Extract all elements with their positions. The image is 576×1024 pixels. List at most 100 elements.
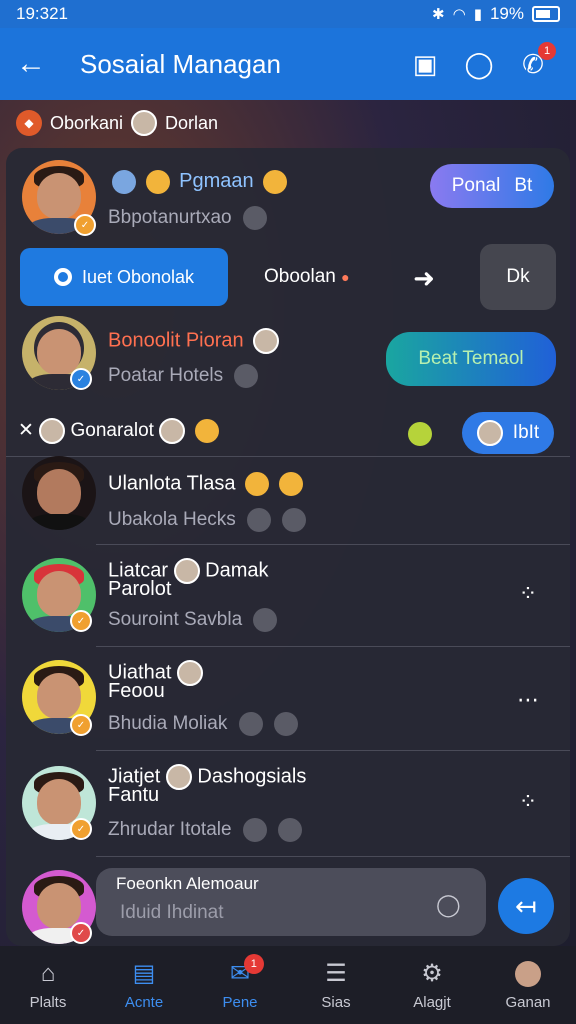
main-panel: ✓ Pgmaan Bbpotanurtxao Ponal Bt Iuet Obo… (6, 148, 570, 946)
contact-subtitle-text: Bhudia Moliak (108, 713, 228, 735)
contact-action-button[interactable]: Beat Temaol (386, 332, 556, 386)
person-icon (247, 508, 272, 532)
nav-item-stats[interactable]: ☰ Sias (288, 946, 384, 1024)
divider (96, 856, 570, 857)
profile-subtitle-text: Bbpotanurtxao (108, 207, 232, 229)
secondary-action-text: Oboolan (264, 266, 336, 287)
profile-name-text: Pgmaan (179, 170, 254, 193)
search-icon[interactable]: ◯ (436, 892, 461, 918)
contact-name-line2: Feoou (108, 680, 165, 702)
emoji-icon (278, 472, 303, 496)
breadcrumb-right[interactable]: Dorlan (165, 113, 218, 134)
contact-name-second: Dashogsials (197, 765, 307, 788)
nav-item-profile[interactable]: Ganan (480, 946, 576, 1024)
more-options-icon[interactable]: ⁘ (514, 788, 542, 816)
contact-subtitle: Poatar Hotels (108, 364, 259, 388)
verified-badge-icon: ✓ (70, 714, 92, 736)
nav-item-messages[interactable]: ✉ 1 Pene (192, 946, 288, 1024)
avatar (165, 764, 192, 790)
primary-action-button[interactable]: Iuet Obonolak (20, 248, 228, 306)
pin-icon: ● (341, 269, 350, 285)
radio-icon (53, 268, 72, 286)
contact-action-label: Beat Temaol (418, 348, 524, 369)
list-icon: ☰ (325, 960, 347, 987)
contact-subtitle-text: Poatar Hotels (108, 365, 224, 387)
chat-icon[interactable]: ▣ (398, 44, 452, 84)
person-icon (242, 818, 267, 842)
emoji-icon (408, 422, 432, 446)
heart-icon (253, 608, 278, 632)
message-composer[interactable]: Foeonkn Alemoaur Iduid Ihdinat ◯ (96, 868, 486, 936)
section-header: ✕ Gonaralot (18, 418, 219, 444)
pill-label-right: Bt (514, 175, 533, 196)
contact-name-text: Ulanlota Tlasa (108, 472, 236, 495)
contact-subtitle: Souroint Savbla (108, 608, 278, 632)
wifi-icon: ◠ (452, 6, 466, 23)
profile-pill-button[interactable]: Ponal Bt (430, 164, 554, 208)
signal-icon: ▮ (473, 6, 482, 23)
contact-name-line2: Fantu (108, 784, 160, 806)
badge-icon (282, 508, 307, 532)
primary-action-label: Iuet Obonolak (81, 266, 195, 287)
badge-icon (273, 712, 298, 736)
more-options-icon[interactable]: ⁘ (514, 580, 542, 608)
composer-label: Foeonkn Alemoaur (116, 874, 259, 893)
profile-name: Pgmaan (108, 170, 288, 194)
avatar (173, 558, 200, 584)
status-icons: ✱ ◠ ▮ 19% (432, 4, 560, 24)
nav-label: Alagjt (413, 993, 451, 1011)
end-action-label: Dk (506, 266, 530, 287)
section-pill-button[interactable]: IbIt (462, 412, 554, 454)
more-options-icon[interactable]: ⋯ (514, 686, 542, 714)
status-time: 19:321 (16, 4, 68, 23)
page-title: Sosaial Managan (80, 48, 281, 79)
breadcrumb-left[interactable]: Oborkani (50, 113, 123, 134)
contact-subtitle: Zhrudar Itotale (108, 818, 303, 842)
contact-name: Bonoolit Pioran (108, 328, 280, 354)
emoji-icon (145, 170, 170, 194)
nav-item-home[interactable]: ⌂ Plalts (0, 946, 96, 1024)
breadcrumb: ◆ Oborkani Dorlan (16, 108, 218, 138)
gear-icon: ⚙ (421, 960, 443, 987)
nav-label: Acnte (124, 993, 164, 1011)
nav-item-accounts[interactable]: ▤ Acnte (96, 946, 192, 1024)
avatar (131, 110, 158, 136)
avatar (39, 418, 66, 444)
home-icon: ⌂ (40, 959, 56, 987)
avatar (253, 328, 280, 354)
battery-percent: 19% (489, 4, 524, 23)
emoji-icon (263, 170, 288, 194)
divider (96, 646, 570, 647)
contact-subtitle-text: Souroint Savbla (108, 609, 243, 631)
heart-icon (242, 206, 267, 230)
contact-name-text: Bonoolit Pioran (108, 329, 244, 352)
phone-icon[interactable]: ✆ 1 (506, 42, 560, 84)
emoji-icon (112, 170, 136, 194)
divider (96, 750, 570, 751)
avatar[interactable] (22, 456, 96, 530)
send-button[interactable]: ↤ (498, 878, 554, 934)
secondary-action-label[interactable]: Oboolan ● (264, 266, 350, 288)
bottom-nav: ⌂ Plalts ▤ Acnte ✉ 1 Pene ☰ Sias ⚙ Alagj… (0, 946, 576, 1024)
section-pill-label: IbIt (512, 422, 540, 443)
verified-badge-icon: ✓ (70, 818, 92, 840)
contact-name: Ulanlota Tlasa (108, 472, 303, 496)
close-icon[interactable]: ✕ (18, 420, 34, 441)
divider (96, 544, 570, 545)
avatar (176, 660, 203, 686)
forward-arrow-icon[interactable]: ➜ (410, 263, 438, 293)
app-bar: ← Sosaial Managan ▣ ◯ ✆ 1 (0, 28, 576, 100)
nav-label: Plalts (29, 993, 67, 1011)
back-arrow-icon[interactable]: ← (16, 47, 64, 81)
nav-item-settings[interactable]: ⚙ Alagjt (384, 946, 480, 1024)
composer-placeholder: Iduid Ihdinat (120, 902, 224, 923)
end-action-button[interactable]: Dk (480, 244, 556, 310)
contact-name-second: Damak (205, 559, 269, 582)
calendar-icon: ▤ (132, 960, 156, 987)
profile-subtitle: Bbpotanurtxao (108, 206, 267, 230)
group-icon: ◆ (16, 110, 42, 136)
profile-avatar-icon (513, 960, 543, 988)
search-icon[interactable]: ◯ (452, 44, 506, 84)
contact-subtitle-text: Ubakola Hecks (108, 509, 236, 531)
avatar (476, 420, 503, 446)
